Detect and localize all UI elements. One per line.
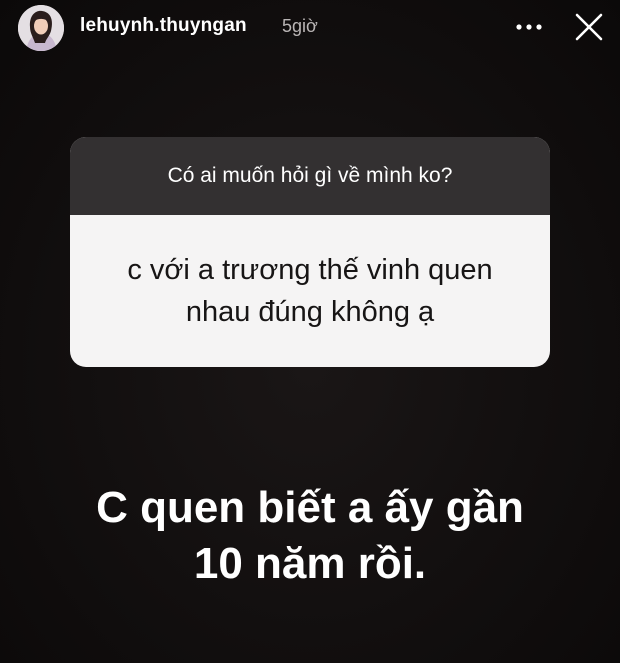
question-answer-line: c với a trương thế vinh quen xyxy=(127,254,493,286)
post-time: 5giờ xyxy=(282,16,318,36)
question-answer: c với a trương thế vinh quen nhau đúng k… xyxy=(100,249,520,333)
reply-line: 10 năm rồi. xyxy=(193,539,427,588)
profile-photo-icon xyxy=(18,5,64,51)
question-answer-line: nhau đúng không ạ xyxy=(185,296,435,328)
reply-line: C quen biết a ấy gần xyxy=(96,483,524,532)
question-prompt: Có ai muốn hỏi gì về mình ko? xyxy=(167,164,453,187)
close-icon[interactable] xyxy=(574,12,604,42)
question-sticker: Có ai muốn hỏi gì về mình ko? c với a tr… xyxy=(70,137,550,367)
username[interactable]: lehuynh.thuyngan xyxy=(80,15,247,37)
avatar[interactable] xyxy=(18,5,64,51)
reply-text: C quen biết a ấy gần 10 năm rồi. xyxy=(40,480,580,592)
story-header: lehuynh.thuyngan 5giờ xyxy=(0,0,620,56)
question-sticker-header: Có ai muốn hỏi gì về mình ko? xyxy=(70,137,550,215)
more-options-icon[interactable] xyxy=(514,20,544,34)
story-viewer: lehuynh.thuyngan 5giờ Có ai muốn hỏi gì … xyxy=(0,0,620,663)
question-sticker-body: c với a trương thế vinh quen nhau đúng k… xyxy=(70,215,550,367)
